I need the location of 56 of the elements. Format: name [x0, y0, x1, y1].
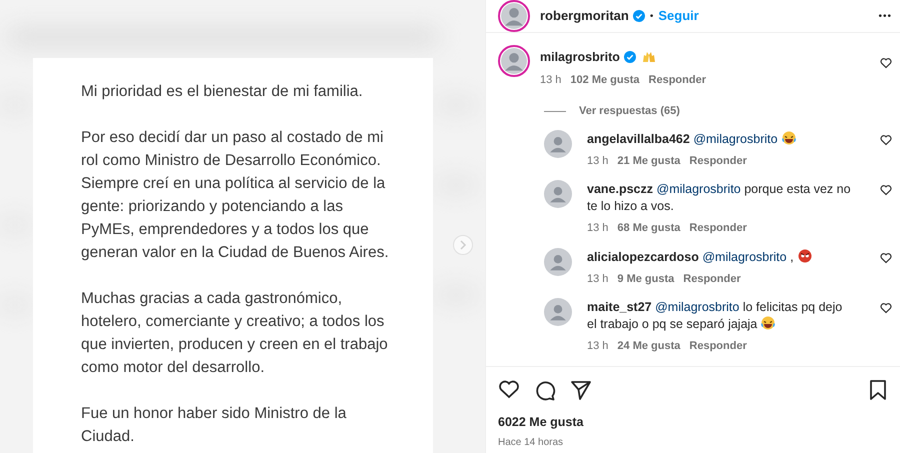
- reply-button[interactable]: Responder: [689, 220, 747, 237]
- angry-face-icon: [798, 248, 812, 263]
- send-icon: [570, 378, 592, 401]
- username[interactable]: milagrosbrito: [540, 48, 620, 67]
- avatar: [498, 45, 530, 77]
- mention-link[interactable]: @milagrosbrito: [656, 182, 741, 196]
- likes-count[interactable]: 9 Me gusta: [617, 270, 674, 288]
- avatar: [544, 298, 572, 326]
- comment-time: 13 h: [587, 339, 608, 354]
- reply-button[interactable]: Responder: [689, 152, 747, 170]
- heart-icon: [880, 302, 892, 314]
- mention-link[interactable]: @milagrosbrito: [655, 300, 740, 314]
- likes-count[interactable]: 21 Me gusta: [617, 152, 680, 170]
- chevron-right-icon: [459, 240, 467, 250]
- view-replies-button[interactable]: Ver respuestas (65): [579, 103, 680, 120]
- heart-icon: [498, 378, 520, 401]
- more-options-button[interactable]: •••: [878, 8, 892, 24]
- post-paragraph: Muchas gracias a cada gastronómico, hotelero, comerciante y creativo; a todos los que invierten, producen y creen en el trabajo como motor del desarrollo.: [81, 289, 389, 378]
- laughing-face-icon: [761, 316, 776, 330]
- follow-button[interactable]: Seguir: [658, 6, 699, 26]
- likes-count[interactable]: 24 Me gusta: [617, 338, 680, 355]
- raised-hands-icon: [640, 50, 657, 64]
- heart-icon: [880, 252, 892, 264]
- post-paragraph: Mi prioridad es el bienestar de mi familia.: [81, 82, 364, 102]
- likes-total[interactable]: 6022 Me gusta: [486, 412, 900, 432]
- avatar: [544, 248, 572, 276]
- post-paragraph: Fue un honor haber sido Ministro de la Ciudad.: [81, 404, 348, 447]
- post-time: Hace 14 horas: [497, 436, 564, 450]
- comment-text: angelavillalba462 @milagrosbrito: [587, 130, 860, 148]
- bookmark-icon: [868, 378, 888, 401]
- comment-icon: [534, 378, 556, 401]
- comment-time: 13 h: [540, 72, 562, 88]
- reply-button[interactable]: Responder: [683, 270, 741, 288]
- reply-button[interactable]: Responder: [689, 338, 747, 355]
- likes-count[interactable]: 102 Me gusta: [570, 72, 640, 88]
- heart-icon: [880, 134, 892, 146]
- avatar: [544, 180, 572, 208]
- heart-icon: [880, 57, 892, 69]
- comment-time: 13 h: [587, 272, 608, 287]
- likes-count[interactable]: 68 Me gusta: [617, 220, 680, 237]
- avatar: [498, 0, 530, 32]
- mention-link[interactable]: @milagrosbrito: [702, 250, 787, 264]
- mention-link[interactable]: @milagrosbrito: [693, 132, 778, 146]
- reply-button[interactable]: Responder: [648, 72, 706, 88]
- comment-text: maite_st27 @milagrosbrito lo felicitas pq dejo el trabajo o pq se separó jajaja: [587, 299, 844, 334]
- comment-text: vane.psczz @milagrosbrito porque esta vez no te lo hizo a vos.: [587, 181, 852, 216]
- comment-text: alicialopezcardoso @milagrosbrito ,: [587, 248, 860, 266]
- avatar: [544, 130, 572, 158]
- separator-dot: •: [650, 10, 654, 24]
- comment-time: 13 h: [587, 221, 608, 236]
- username[interactable]: robergmoritan: [540, 6, 629, 26]
- post-paragraph: Por eso decidí dar un paso al costado de mi rol como Ministro de Desarrollo Económico. Siempre creí en una política al servicio de la gente: priorizando y potenciando a las PyMEs, emprendedores y a todos los que generan valor en la Ciudad de Buenos Aires.: [81, 128, 390, 263]
- next-arrow-button[interactable]: [453, 235, 473, 255]
- comment-time: 13 h: [587, 154, 608, 169]
- laughing-face-icon: [782, 130, 796, 145]
- heart-icon: [880, 184, 892, 196]
